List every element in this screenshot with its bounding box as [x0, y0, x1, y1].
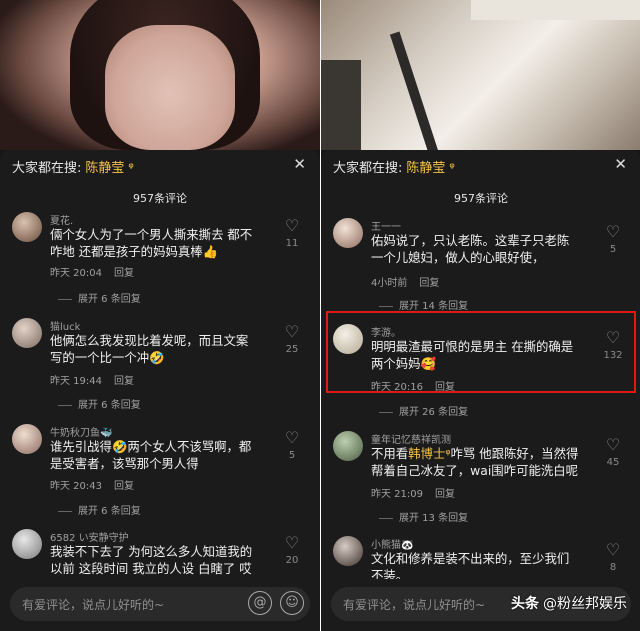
like-count: 8 — [609, 562, 617, 573]
watermark-brand: 头条 — [511, 596, 539, 612]
heart-icon[interactable]: ♡ — [601, 542, 625, 558]
like-count: 11 — [285, 238, 299, 249]
at-mention-icon[interactable]: @ — [248, 591, 272, 615]
comment-author[interactable]: 夏花. — [50, 212, 73, 227]
like-count: 5 — [288, 450, 296, 461]
comment-text: 谁先引战得🤣两个女人不该骂啊，都是受害者，该骂那个男人得 — [50, 439, 252, 471]
search-link[interactable]: 韩博士 — [408, 446, 445, 461]
comment-input-bar: 有爱评论，说点儿好听的~ 头条 @粉丝邦娱乐 — [321, 579, 640, 631]
frame-beam — [389, 31, 439, 154]
like-control[interactable]: ♡ 5 — [280, 430, 304, 462]
video-frame[interactable] — [0, 0, 320, 150]
comment-time: 昨天 20:04 — [50, 268, 102, 279]
avatar[interactable] — [333, 536, 363, 566]
comment-input[interactable]: 有爱评论，说点儿好听的~ @ ☺ — [10, 587, 310, 621]
search-icon: ᵠ — [449, 161, 455, 176]
right-screenshot: 大家都在搜: 陈静莹 ᵠ ✕ 957条评论 王一一 佑妈说了，只认老陈。这辈子只老陈… — [321, 0, 640, 631]
comment-text: 他俩怎么我发现比着发呢，而且文案写的一个比一个冲🤣 — [50, 333, 249, 365]
search-keyword[interactable]: 陈静莹 — [85, 161, 124, 176]
expand-replies[interactable]: 展开 13 条回复 — [379, 509, 468, 524]
comment-author[interactable]: 王一一 — [371, 218, 401, 233]
heart-icon[interactable]: ♡ — [601, 437, 625, 453]
like-count: 45 — [606, 457, 620, 468]
heart-icon[interactable]: ♡ — [601, 224, 625, 240]
comment-time: 4小时前 — [371, 278, 408, 289]
heart-icon[interactable]: ♡ — [280, 218, 304, 234]
comment-time: 昨天 21:09 — [371, 489, 423, 500]
comment-input-bar: 有爱评论，说点儿好听的~ @ ☺ — [0, 579, 320, 631]
like-count: 5 — [609, 244, 617, 255]
comment-time: 昨天 20:43 — [50, 481, 102, 492]
comment-author[interactable]: 童年记忆慈祥凯测 — [371, 431, 451, 446]
like-control[interactable]: ♡ 25 — [280, 324, 304, 356]
reply-button[interactable]: 回复 — [114, 376, 134, 387]
like-control[interactable]: ♡ 20 — [280, 535, 304, 567]
comment-count: 957条评论 — [454, 192, 508, 205]
left-screenshot: 大家都在搜: 陈静莹 ᵠ ✕ 957条评论 夏花. 倆个女人为了一个男人撕来撕去 都… — [0, 0, 320, 631]
search-keyword[interactable]: 陈静莹 — [406, 161, 445, 176]
expand-replies[interactable]: 展开 6 条回复 — [58, 290, 141, 305]
emoji-icon[interactable]: ☺ — [280, 591, 304, 615]
like-control[interactable]: ♡ 8 — [601, 542, 625, 574]
expand-replies[interactable]: 展开 14 条回复 — [379, 297, 468, 312]
search-icon: ᵠ — [128, 161, 134, 176]
avatar[interactable] — [12, 424, 42, 454]
reply-button[interactable]: 回复 — [114, 268, 134, 279]
comment-meta: 4小时前 回复 — [371, 274, 439, 289]
comment-time: 昨天 19:44 — [50, 376, 102, 387]
comment-count: 957条评论 — [133, 192, 187, 205]
reply-button[interactable]: 回复 — [114, 481, 134, 492]
input-placeholder: 有爱评论，说点儿好听的~ — [22, 598, 165, 612]
comment-author[interactable]: 6582 い安静守护 — [50, 529, 129, 544]
comment-author[interactable]: 小熊猫🐼 — [371, 536, 413, 551]
comment-text-part: 不用看 — [371, 446, 409, 461]
avatar[interactable] — [12, 212, 42, 242]
comment-text: 倆个女人为了一个男人撕来撕去 都不咋地 还都是孩子的妈妈真棒👍 — [50, 227, 253, 259]
search-suggestion[interactable]: 大家都在搜: 陈静莹 ᵠ — [333, 157, 455, 176]
expand-replies[interactable]: 展开 6 条回复 — [58, 502, 141, 517]
avatar[interactable] — [12, 529, 42, 559]
frame-wall — [471, 0, 640, 20]
avatar[interactable] — [333, 431, 363, 461]
reply-button[interactable]: 回复 — [435, 489, 455, 500]
input-placeholder: 有爱评论，说点儿好听的~ — [343, 598, 486, 612]
search-label: 大家都在搜: — [333, 161, 403, 176]
comment-meta: 昨天 21:09 回复 — [371, 485, 455, 500]
highlight-box — [326, 311, 636, 393]
like-control[interactable]: ♡ 45 — [601, 437, 625, 469]
watermark: 头条 @粉丝邦娱乐 — [511, 593, 627, 613]
like-count: 20 — [285, 555, 299, 566]
comment-text: 佑妈说了，只认老陈。这辈子只老陈一个儿媳妇，做人的心眼好使， — [371, 233, 570, 265]
like-count: 25 — [285, 344, 299, 355]
heart-icon[interactable]: ♡ — [280, 430, 304, 446]
like-control[interactable]: ♡ 11 — [280, 218, 304, 250]
comment-meta: 昨天 20:43 回复 — [50, 477, 134, 492]
reply-button[interactable]: 回复 — [419, 278, 439, 289]
avatar[interactable] — [333, 218, 363, 248]
comment-meta: 昨天 20:04 回复 — [50, 264, 134, 279]
comment-author[interactable]: 猫luck — [50, 318, 80, 333]
avatar[interactable] — [12, 318, 42, 348]
search-label: 大家都在搜: — [12, 161, 82, 176]
search-suggestion[interactable]: 大家都在搜: 陈静莹 ᵠ — [12, 157, 134, 176]
comment-text: 不用看韩博士ᵠ咋骂 他跟陈好，当然得帮着自己冰友了，wai围咋可能洗白呢 — [371, 445, 581, 479]
heart-icon[interactable]: ♡ — [280, 324, 304, 340]
like-control[interactable]: ♡ 5 — [601, 224, 625, 256]
comment-author[interactable]: 牛奶秋刀鱼🐳 — [50, 424, 112, 439]
close-icon[interactable]: ✕ — [614, 155, 627, 173]
watermark-account: @粉丝邦娱乐 — [543, 596, 627, 612]
face-shape — [105, 25, 235, 150]
video-frame[interactable] — [321, 0, 640, 154]
comment-meta: 昨天 19:44 回复 — [50, 372, 134, 387]
frame-shadow — [321, 60, 361, 150]
comment-text: 我装不下去了 为何这么多人知道我的以前 这段时间 我立的人设 白瞎了 哎 — [50, 544, 253, 576]
expand-replies[interactable]: 展开 26 条回复 — [379, 403, 468, 418]
close-icon[interactable]: ✕ — [293, 155, 306, 173]
heart-icon[interactable]: ♡ — [280, 535, 304, 551]
expand-replies[interactable]: 展开 6 条回复 — [58, 396, 141, 411]
